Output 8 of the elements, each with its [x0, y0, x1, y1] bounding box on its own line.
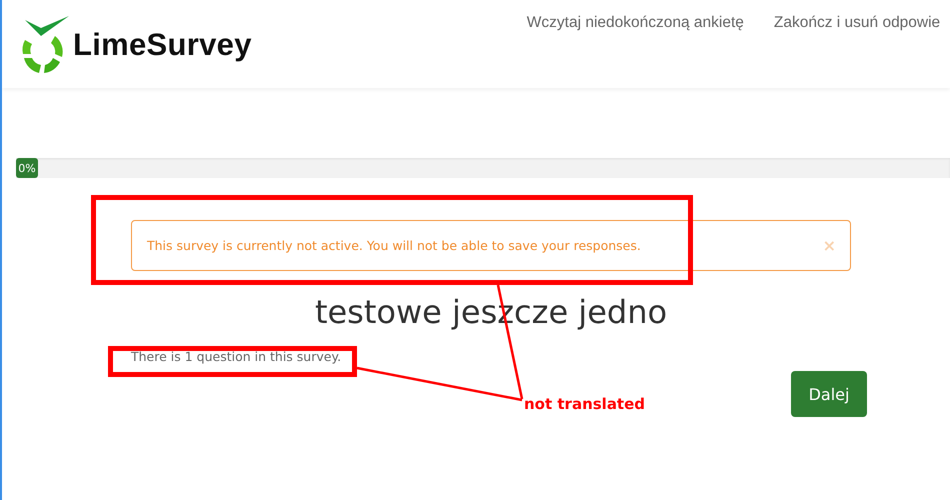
progress-label: 0%: [18, 162, 36, 174]
survey-description: There is 1 question in this survey.: [131, 349, 342, 364]
nav-link[interactable]: Wczytaj niedokończoną ankietę: [526, 14, 744, 32]
annotation-note: not translated: [524, 395, 646, 413]
nav-link[interactable]: Zakończ i usuń odpowie: [774, 14, 940, 32]
next-button[interactable]: Dalej: [791, 371, 867, 417]
alert-message: This survey is currently not active. You will not be able to save your responses.: [147, 238, 641, 253]
logo-text: LimeSurvey: [73, 27, 252, 63]
